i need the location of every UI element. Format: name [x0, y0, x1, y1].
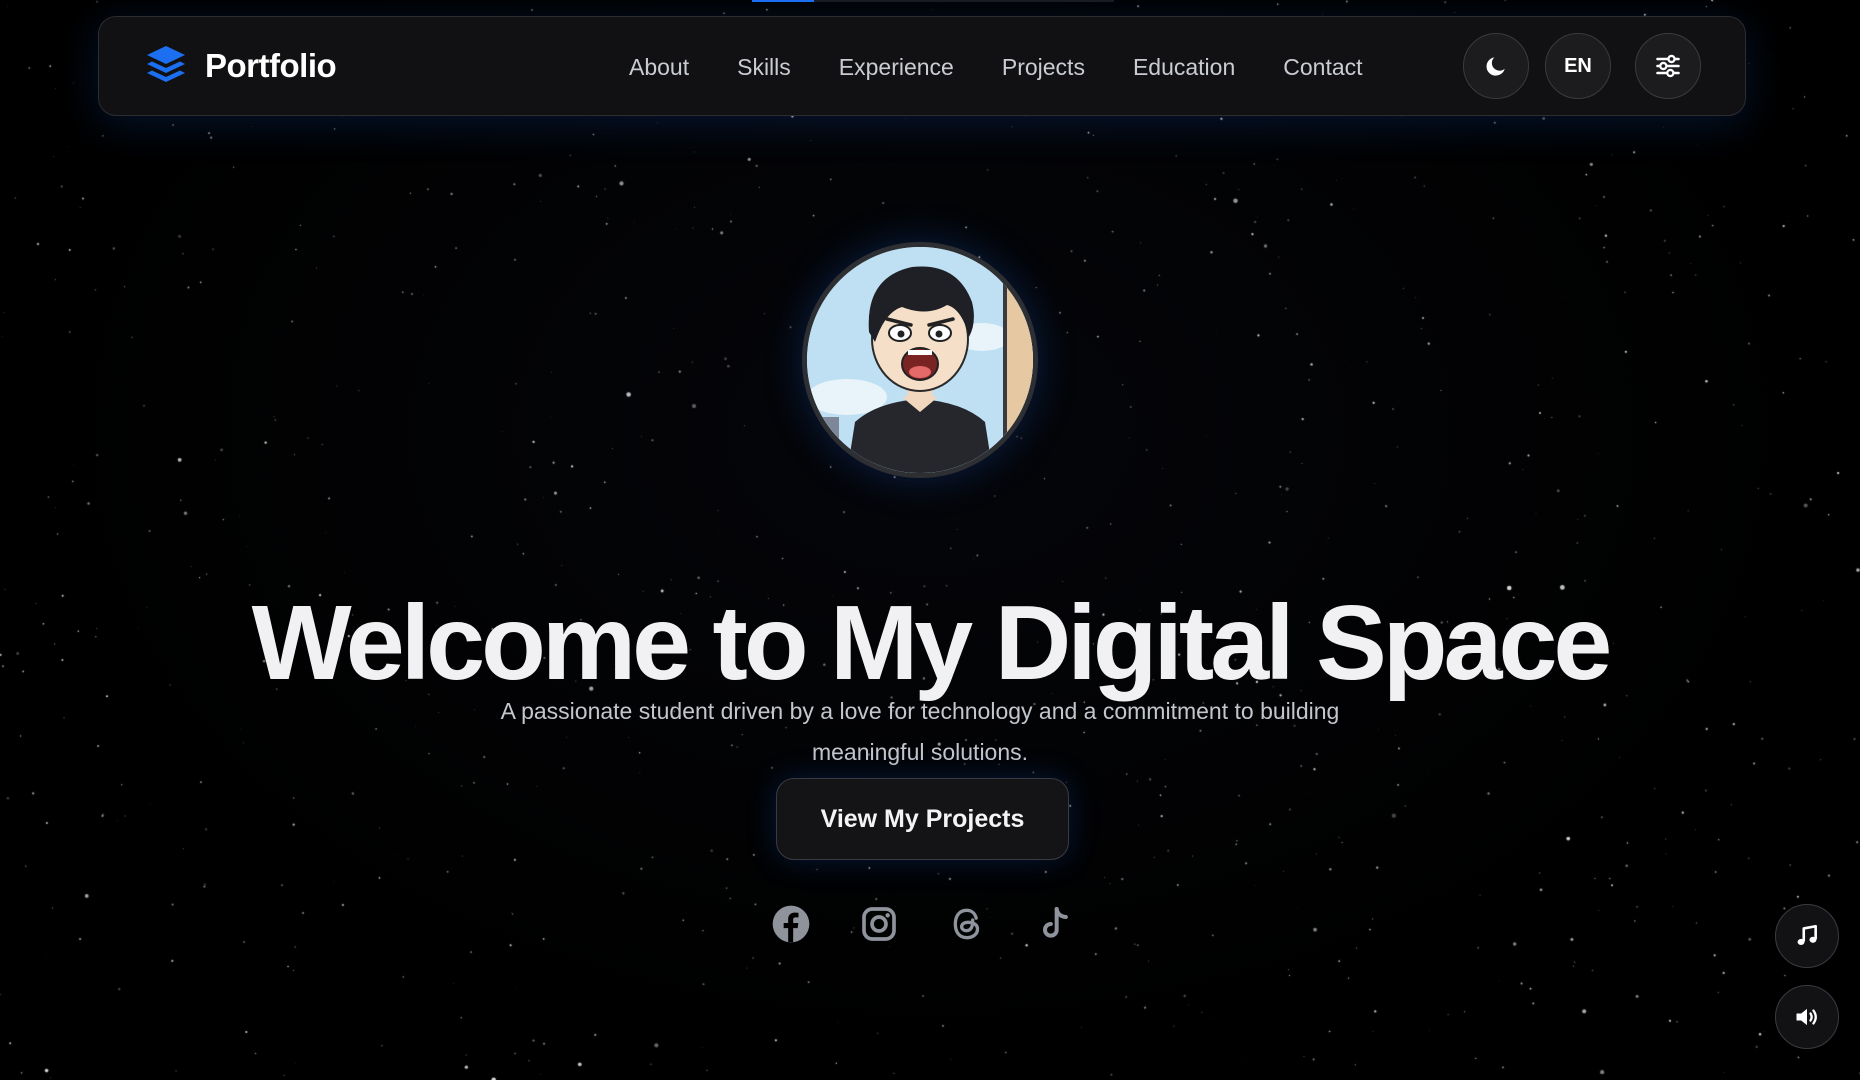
- sliders-icon: [1656, 54, 1680, 78]
- nav-links: About Skills Experience Projects Educati…: [629, 17, 1363, 117]
- nav-actions: EN: [1463, 33, 1701, 99]
- language-button[interactable]: EN: [1545, 33, 1611, 99]
- moon-icon: [1486, 57, 1505, 76]
- layers-icon: [147, 46, 185, 82]
- language-label: EN: [1564, 54, 1592, 77]
- tiktok-link[interactable]: [1034, 903, 1076, 945]
- sound-toggle-button[interactable]: [1775, 985, 1839, 1049]
- social-links: [770, 900, 1076, 948]
- scroll-progress-fill: [752, 0, 814, 2]
- theme-toggle-button[interactable]: [1463, 33, 1529, 99]
- threads-icon: [953, 908, 980, 940]
- view-projects-button[interactable]: View My Projects: [776, 778, 1069, 860]
- threads-link[interactable]: [946, 903, 988, 945]
- cartoon-avatar: [807, 247, 1033, 473]
- hero-subtitle: A passionate student driven by a love fo…: [500, 698, 1340, 765]
- brand-logo[interactable]: Portfolio: [143, 43, 337, 89]
- nav-link-contact[interactable]: Contact: [1283, 54, 1362, 81]
- avatar: [802, 242, 1038, 478]
- settings-button[interactable]: [1635, 33, 1701, 99]
- hero-title: Welcome to My Digital Space: [251, 584, 1613, 703]
- scroll-progress-bar: [752, 0, 1114, 2]
- tiktok-icon: [1043, 907, 1068, 938]
- nav-link-projects[interactable]: Projects: [1002, 54, 1085, 81]
- facebook-icon: [772, 905, 810, 943]
- volume-icon: [1796, 1008, 1817, 1026]
- brand-name: Portfolio: [205, 47, 337, 84]
- nav-link-skills[interactable]: Skills: [737, 54, 791, 81]
- instagram-link[interactable]: [858, 903, 900, 945]
- nav-link-education[interactable]: Education: [1133, 54, 1235, 81]
- page: Portfolio About Skills Experience Projec…: [0, 0, 1860, 1080]
- music-note-icon: [1797, 924, 1817, 945]
- navbar: Portfolio About Skills Experience Projec…: [98, 16, 1746, 116]
- instagram-icon: [862, 907, 896, 941]
- facebook-link[interactable]: [770, 903, 812, 945]
- music-button[interactable]: [1775, 904, 1839, 968]
- nav-link-about[interactable]: About: [629, 54, 689, 81]
- nav-link-experience[interactable]: Experience: [839, 54, 954, 81]
